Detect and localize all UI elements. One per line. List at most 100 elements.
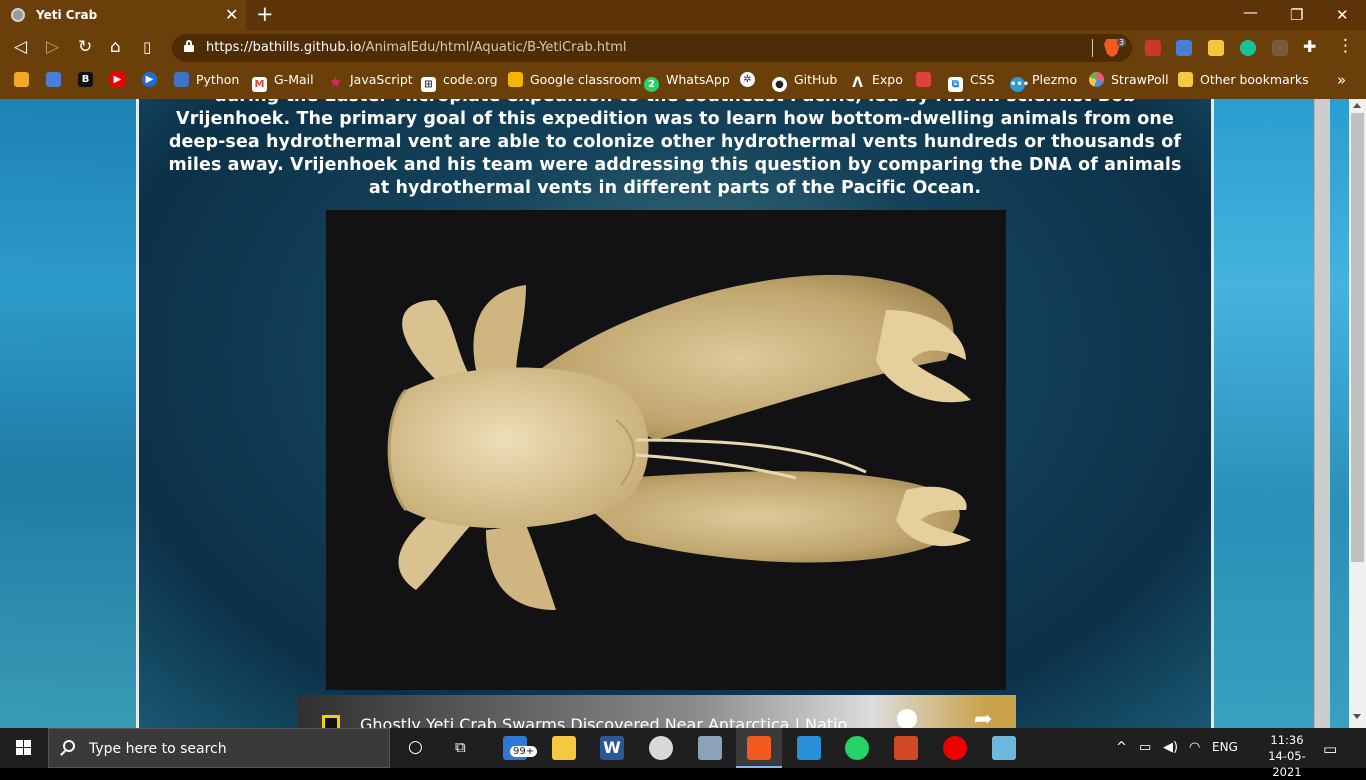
bookmark-page-icon[interactable]: ▯ [143,38,151,56]
bookmark-label: Google classroom [530,72,642,87]
powerpoint-icon[interactable] [894,736,918,760]
battery-icon[interactable]: ▭ [1139,740,1151,755]
calculator-icon[interactable] [698,736,722,760]
clock-date: 14-05-2021 [1268,749,1306,779]
wifi-icon[interactable]: ◠ [1189,740,1200,755]
bookmark-label: G-Mail [274,72,314,87]
github-icon: ● [772,77,787,92]
back-icon[interactable]: ◁ [14,38,27,56]
bookmark-plezmo[interactable]: ••• Plezmo [1010,72,1078,92]
paint-icon[interactable] [649,736,673,760]
windows-taskbar: Type here to search ○ ⧉ 99+ W ^ ▭ ◀) ◠ E… [0,728,1366,779]
translate-extension-icon[interactable] [1176,40,1192,56]
scroll-up-icon[interactable] [1353,103,1361,108]
vscode-icon[interactable] [797,736,821,760]
scroll-down-icon[interactable] [1353,714,1361,719]
close-tab-icon[interactable]: ✕ [225,5,238,24]
css-icon: ⧉ [948,77,963,92]
calendar-icon[interactable] [916,72,931,87]
tab-yeti-crab[interactable]: Yeti Crab ✕ [0,0,246,30]
scroll-thumb[interactable] [1351,113,1364,562]
folder-icon [1178,72,1193,87]
bookmark-whatsapp[interactable]: 2 WhatsApp [644,72,730,92]
lock-icon [184,40,194,53]
bookmark-css[interactable]: ⧉ CSS [948,72,995,92]
video-title[interactable]: Ghostly Yeti Crab Swarms Discovered Near… [360,715,862,729]
word-icon[interactable]: W [600,736,624,760]
whatsapp-taskbar-icon[interactable] [845,736,869,760]
search-placeholder: Type here to search [89,741,227,757]
inner-scroll-track[interactable] [1314,99,1330,729]
firebase-icon[interactable] [14,72,29,87]
globe-icon [11,8,25,22]
system-clock[interactable]: 11:36 14-05-2021 [1255,732,1319,780]
app-icon[interactable] [992,736,1016,760]
share-icon[interactable]: ➦ [974,707,992,729]
forward-icon[interactable]: ▷ [46,38,59,56]
reload-icon[interactable]: ↻ [78,38,92,56]
bold-b-icon[interactable]: B [78,72,93,87]
windows-start-icon[interactable] [16,740,32,756]
code-org-icon: ⊞ [421,77,436,92]
opera-icon[interactable] [943,736,967,760]
bookmark-code-org[interactable]: ⊞ code.org [421,72,498,92]
article-paragraph: during the Easter Microplate expedition … [168,99,1182,198]
volume-icon[interactable]: ◀) [1163,740,1178,755]
address-bar[interactable]: https://bathills.github.io/AnimalEdu/htm… [172,34,1132,62]
bookmark-strawpoll[interactable]: StrawPoll [1089,72,1169,90]
more-bookmarks-icon[interactable]: » [1337,72,1346,90]
background-right [1212,99,1366,729]
bookmark-label: Other bookmarks [1200,72,1309,87]
bookmark-label: code.org [443,72,498,87]
translate-bookmark-icon[interactable] [46,72,61,87]
extensions-puzzle-icon[interactable]: ✚ [1303,38,1316,56]
task-view-icon[interactable]: ⧉ [455,738,466,756]
taskbar-search-box[interactable]: Type here to search [48,728,390,768]
bookmark-label: Expo [872,72,903,87]
home-icon[interactable]: ⌂ [110,38,121,56]
new-tab-button[interactable]: + [256,2,274,26]
restore-icon[interactable]: ❐ [1290,6,1303,24]
tab-strip: Yeti Crab ✕ + — ❐ ✕ [0,0,1366,30]
bookmark-label: Python [196,72,240,87]
openai-icon[interactable]: ✲ [740,72,755,87]
pen-extension-icon[interactable] [1272,40,1288,56]
minimize-icon[interactable]: — [1243,3,1258,21]
file-explorer-icon[interactable] [552,736,576,760]
search-icon [63,740,75,752]
bookmark-label: Plezmo [1032,72,1078,87]
bookmark-label: JavaScript [350,72,413,87]
watch-later-icon[interactable] [897,709,917,729]
play-icon[interactable]: ▶ [142,72,157,87]
bookmark-github[interactable]: ● GitHub [772,72,838,92]
language-indicator[interactable]: ENG [1212,740,1238,754]
brave-taskbar-active[interactable] [736,728,782,768]
grammarly-icon[interactable] [1240,40,1256,56]
show-hidden-icons[interactable]: ^ [1116,740,1127,755]
address-divider [1092,39,1093,57]
cortana-icon[interactable]: ○ [408,737,423,757]
youtube-icon[interactable]: ▶ [110,72,125,87]
bookmark-expo[interactable]: Λ Expo [850,72,903,91]
url-text: https://bathills.github.io/AnimalEdu/htm… [206,40,627,55]
python-icon [174,72,189,87]
page-scrollbar[interactable] [1349,99,1366,729]
yeti-crab-illustration [387,274,971,610]
clock-time: 11:36 [1270,733,1304,747]
bookmark-google-classroom[interactable]: Google classroom [508,72,641,90]
bookmark-python[interactable]: Python [174,72,239,90]
bookmark-label: GitHub [794,72,838,87]
bookmark-javascript[interactable]: ★ JavaScript [328,72,413,90]
plezmo-icon: ••• [1010,77,1030,92]
embedded-video[interactable]: Ghostly Yeti Crab Swarms Discovered Near… [298,695,1016,729]
notes-extension-icon[interactable] [1208,40,1224,56]
bookmark-gmail[interactable]: M G-Mail [252,72,314,92]
bookmark-other-bookmarks[interactable]: Other bookmarks [1178,72,1309,90]
nat-geo-logo-icon [322,715,340,729]
star-icon: ★ [328,73,343,91]
notifications-icon[interactable]: ▭ [1323,740,1337,758]
extension-icon-1[interactable] [1145,40,1161,56]
window-close-icon[interactable]: ✕ [1336,6,1349,24]
menu-dots-icon[interactable]: ⋮ [1337,37,1354,55]
strawpoll-icon [1089,72,1104,87]
